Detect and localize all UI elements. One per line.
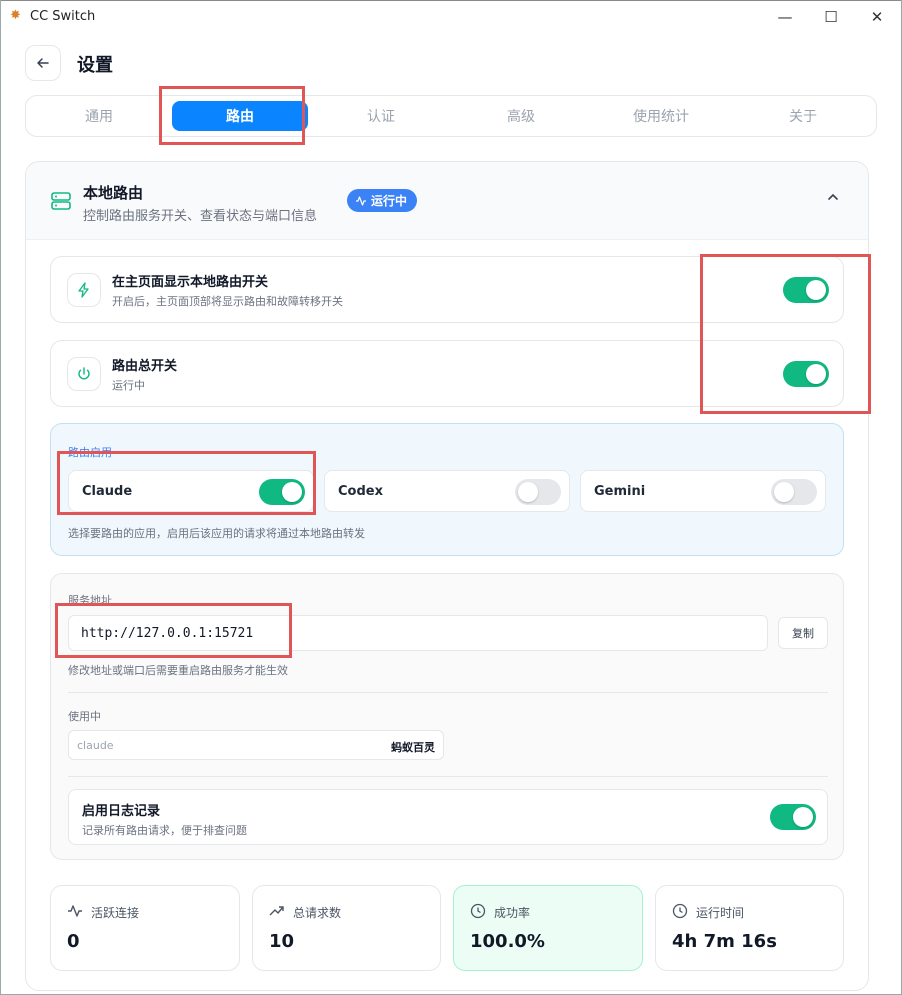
tab-about[interactable]: 关于 [738, 96, 868, 136]
stat-card-success-rate: 成功率 100.0% [453, 885, 643, 971]
app-name: Claude [82, 484, 133, 499]
trending-up-icon [269, 906, 284, 916]
tab-routing[interactable]: 路由 [172, 101, 308, 131]
app-logo-icon: ✸ [10, 8, 21, 23]
service-box: 服务地址 http://127.0.0.1:15721 复制 修改地址或端口后需… [50, 573, 844, 860]
section-subtitle: 控制路由服务开关、查看状态与端口信息 [83, 209, 318, 224]
zap-icon [78, 282, 89, 298]
log-title: 启用日志记录 [82, 804, 161, 819]
stat-label: 活跃连接 [91, 906, 140, 920]
app-name: Codex [338, 484, 383, 499]
power-icon [78, 367, 90, 380]
app-card-claude: Claude [68, 470, 314, 512]
divider [68, 692, 828, 693]
stat-value: 4h 7m 16s [672, 931, 777, 952]
clock-icon [470, 903, 486, 919]
inuse-row: claude 蚂蚁百灵 [68, 730, 444, 760]
arrow-left-icon [37, 58, 49, 68]
back-button[interactable] [25, 45, 61, 81]
inuse-provider: 蚂蚁百灵 [391, 741, 435, 754]
tab-advanced[interactable]: 高级 [458, 96, 584, 136]
stat-card-uptime: 运行时间 4h 7m 16s [655, 885, 844, 971]
section-title: 本地路由 [83, 184, 144, 202]
tab-usage-stats[interactable]: 使用统计 [598, 96, 724, 136]
status-badge-label: 运行中 [371, 194, 408, 208]
stat-label: 成功率 [494, 906, 531, 920]
row-icon-box [67, 357, 101, 391]
window-title: CC Switch [30, 9, 96, 24]
master-switch-row: 路由总开关 运行中 [50, 340, 844, 407]
apps-label: 路由启用 [68, 446, 112, 459]
row-icon-box [67, 273, 101, 307]
maximize-button[interactable]: ☐ [809, 5, 853, 29]
close-button[interactable]: ✕ [855, 5, 899, 29]
title-bar: ✸ CC Switch — ☐ ✕ [0, 0, 902, 32]
section-header[interactable]: 本地路由 控制路由服务开关、查看状态与端口信息 运行中 [26, 162, 868, 240]
service-hint: 修改地址或端口后需要重启路由服务才能生效 [68, 664, 288, 677]
activity-icon [356, 195, 366, 206]
inuse-label: 使用中 [68, 710, 101, 723]
status-badge: 运行中 [347, 189, 418, 212]
app-card-gemini: Gemini [580, 470, 826, 512]
app-name: Gemini [594, 484, 646, 499]
log-switch[interactable] [770, 804, 816, 830]
copy-button[interactable]: 复制 [778, 617, 828, 649]
stat-card-active-connections: 活跃连接 0 [50, 885, 240, 971]
server-icon [51, 192, 71, 210]
stat-value: 10 [269, 931, 295, 952]
page-title: 设置 [77, 55, 113, 76]
stat-value: 100.0% [470, 931, 545, 952]
tab-general[interactable]: 通用 [36, 96, 162, 136]
master-switch-subtitle: 运行中 [112, 379, 145, 392]
show-toggle-subtitle: 开启后，主页面顶部将显示路由和故障转移开关 [112, 295, 343, 308]
codex-switch[interactable] [515, 479, 561, 505]
stat-card-total-requests: 总请求数 10 [252, 885, 441, 971]
inuse-app: claude [77, 739, 114, 752]
gemini-switch[interactable] [771, 479, 817, 505]
log-subtitle: 记录所有路由请求，便于排查问题 [82, 824, 247, 837]
master-switch-title: 路由总开关 [112, 359, 178, 374]
log-row: 启用日志记录 记录所有路由请求，便于排查问题 [68, 789, 828, 845]
stat-label: 运行时间 [696, 906, 745, 920]
stat-value: 0 [67, 931, 80, 952]
stat-label: 总请求数 [293, 906, 342, 920]
show-routing-toggle-row: 在主页面显示本地路由开关 开启后，主页面顶部将显示路由和故障转移开关 [50, 256, 844, 323]
service-address-input[interactable]: http://127.0.0.1:15721 [68, 615, 768, 651]
show-routing-switch[interactable] [783, 277, 829, 303]
activity-icon [68, 905, 82, 917]
settings-tabs: 通用 路由 认证 高级 使用统计 关于 [25, 95, 877, 137]
chevron-up-icon[interactable] [826, 190, 840, 204]
show-toggle-title: 在主页面显示本地路由开关 [112, 275, 269, 290]
routing-apps-box: 路由启用 Claude Codex Gemini 选择要路由的应用，启用后该应用… [50, 423, 844, 556]
claude-switch[interactable] [259, 479, 305, 505]
app-card-codex: Codex [324, 470, 570, 512]
tab-auth[interactable]: 认证 [318, 96, 444, 136]
clock-icon [672, 903, 688, 919]
divider [68, 776, 828, 777]
minimize-button[interactable]: — [763, 5, 807, 29]
apps-hint: 选择要路由的应用，启用后该应用的请求将通过本地路由转发 [68, 527, 365, 540]
master-routing-switch[interactable] [783, 361, 829, 387]
service-address-label: 服务地址 [68, 594, 112, 607]
